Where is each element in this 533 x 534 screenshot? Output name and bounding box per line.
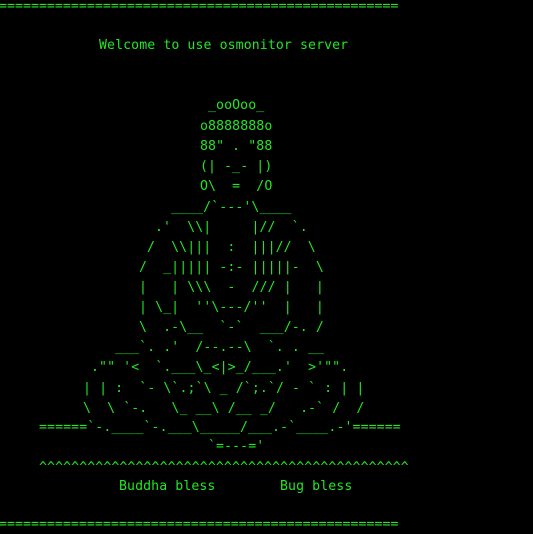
bottom-rule: ========================================… — [0, 517, 399, 532]
ascii-art-line-19: ^^^^^^^^^^^^^^^^^^^^^^^^^^^^^^^^^^^^^^^^… — [39, 460, 409, 475]
ascii-art-line-2: o8888888o — [200, 119, 273, 134]
ascii-art-line-7: .' \\| |// `. — [155, 220, 308, 235]
top-rule: ========================================… — [0, 0, 399, 14]
ascii-art-line-14: ."" '< `.___\_<|>_/___.' >'"". — [91, 360, 349, 375]
ascii-art-line-18: `=---=' — [208, 439, 265, 454]
ascii-art-line-6: ____/`---'\____ — [171, 200, 292, 215]
ascii-art-line-8: / \\||| : |||// \ — [147, 240, 316, 255]
ascii-art-line-3: 88" . "88 — [200, 139, 273, 154]
ascii-art-line-5: O\ = /O — [200, 179, 273, 194]
ascii-art-line-11: | \_| ''\---/'' | | — [139, 300, 324, 315]
welcome-message: Welcome to use osmonitor server — [99, 38, 349, 53]
ascii-art-line-15: | | : `- \`.;`\ _ /`;.`/ - ` : | | — [83, 381, 365, 396]
blessing-buddha: Buddha bless — [119, 479, 216, 494]
ascii-art-line-10: | | \\\ - /// | | — [139, 280, 324, 295]
ascii-art-line-4: (| -_- |) — [200, 159, 273, 174]
ascii-art-line-17: ======`-.____`-.___\_____/___.-`____.-'=… — [39, 420, 401, 435]
ascii-art-line-9: / _||||| -:- |||||- \ — [139, 260, 324, 275]
ascii-art-line-13: ___`. .' /--.--\ `. . __ — [115, 340, 325, 355]
ascii-art-line-16: \ \ `-. \_ __\ /__ _/ .-` / / — [83, 401, 365, 416]
ascii-art-line-1: _ooOoo_ — [208, 98, 265, 113]
ascii-art-line-12: \ .-\__ `-` ___/-. / — [139, 320, 324, 335]
terminal-window: ========================================… — [0, 0, 533, 533]
blessing-bug: Bug bless — [280, 479, 353, 494]
